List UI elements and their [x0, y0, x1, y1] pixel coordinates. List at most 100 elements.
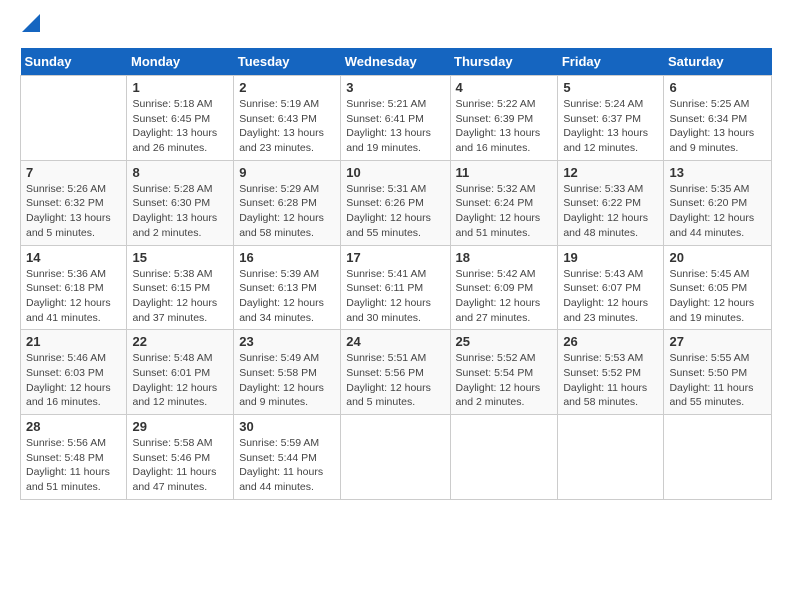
- col-header-thursday: Thursday: [450, 48, 558, 76]
- calendar-cell: 3 Sunrise: 5:21 AM Sunset: 6:41 PM Daylig…: [341, 76, 450, 161]
- day-info: Sunrise: 5:55 AM Sunset: 5:50 PM Dayligh…: [669, 351, 766, 410]
- calendar-week-row: 14 Sunrise: 5:36 AM Sunset: 6:18 PM Dayli…: [21, 245, 772, 330]
- calendar-cell: 6 Sunrise: 5:25 AM Sunset: 6:34 PM Daylig…: [664, 76, 772, 161]
- calendar-cell: [21, 76, 127, 161]
- day-number: 18: [456, 250, 553, 265]
- day-number: 25: [456, 334, 553, 349]
- calendar-cell: 8 Sunrise: 5:28 AM Sunset: 6:30 PM Daylig…: [127, 160, 234, 245]
- day-info: Sunrise: 5:29 AM Sunset: 6:28 PM Dayligh…: [239, 182, 335, 241]
- calendar-cell: 25 Sunrise: 5:52 AM Sunset: 5:54 PM Dayli…: [450, 330, 558, 415]
- day-number: 16: [239, 250, 335, 265]
- page-header: [20, 20, 772, 32]
- day-info: Sunrise: 5:35 AM Sunset: 6:20 PM Dayligh…: [669, 182, 766, 241]
- calendar-table: SundayMondayTuesdayWednesdayThursdayFrid…: [20, 48, 772, 500]
- calendar-cell: 18 Sunrise: 5:42 AM Sunset: 6:09 PM Dayli…: [450, 245, 558, 330]
- day-number: 23: [239, 334, 335, 349]
- day-info: Sunrise: 5:51 AM Sunset: 5:56 PM Dayligh…: [346, 351, 444, 410]
- day-number: 11: [456, 165, 553, 180]
- calendar-cell: [664, 415, 772, 500]
- day-number: 10: [346, 165, 444, 180]
- day-number: 24: [346, 334, 444, 349]
- calendar-week-row: 21Sunrise: 5:46 AM Sunset: 6:03 PM Dayli…: [21, 330, 772, 415]
- day-number: 9: [239, 165, 335, 180]
- calendar-cell: 22Sunrise: 5:48 AM Sunset: 6:01 PM Dayli…: [127, 330, 234, 415]
- calendar-cell: 2 Sunrise: 5:19 AM Sunset: 6:43 PM Daylig…: [234, 76, 341, 161]
- calendar-cell: [558, 415, 664, 500]
- calendar-cell: 21Sunrise: 5:46 AM Sunset: 6:03 PM Dayli…: [21, 330, 127, 415]
- calendar-cell: 30Sunrise: 5:59 AM Sunset: 5:44 PM Dayli…: [234, 415, 341, 500]
- calendar-week-row: 1 Sunrise: 5:18 AM Sunset: 6:45 PM Daylig…: [21, 76, 772, 161]
- calendar-cell: 11 Sunrise: 5:32 AM Sunset: 6:24 PM Dayli…: [450, 160, 558, 245]
- day-info: Sunrise: 5:25 AM Sunset: 6:34 PM Dayligh…: [669, 97, 766, 156]
- day-info: Sunrise: 5:31 AM Sunset: 6:26 PM Dayligh…: [346, 182, 444, 241]
- calendar-cell: 5 Sunrise: 5:24 AM Sunset: 6:37 PM Daylig…: [558, 76, 664, 161]
- day-info: Sunrise: 5:32 AM Sunset: 6:24 PM Dayligh…: [456, 182, 553, 241]
- col-header-saturday: Saturday: [664, 48, 772, 76]
- calendar-cell: 12Sunrise: 5:33 AM Sunset: 6:22 PM Dayli…: [558, 160, 664, 245]
- day-number: 2: [239, 80, 335, 95]
- day-info: Sunrise: 5:24 AM Sunset: 6:37 PM Dayligh…: [563, 97, 658, 156]
- day-number: 12: [563, 165, 658, 180]
- calendar-cell: 20 Sunrise: 5:45 AM Sunset: 6:05 PM Dayli…: [664, 245, 772, 330]
- day-number: 6: [669, 80, 766, 95]
- day-number: 14: [26, 250, 121, 265]
- day-number: 22: [132, 334, 228, 349]
- logo: [20, 20, 40, 32]
- day-number: 15: [132, 250, 228, 265]
- col-header-tuesday: Tuesday: [234, 48, 341, 76]
- day-info: Sunrise: 5:36 AM Sunset: 6:18 PM Dayligh…: [26, 267, 121, 326]
- day-number: 20: [669, 250, 766, 265]
- day-number: 26: [563, 334, 658, 349]
- day-info: Sunrise: 5:18 AM Sunset: 6:45 PM Dayligh…: [132, 97, 228, 156]
- calendar-cell: 1 Sunrise: 5:18 AM Sunset: 6:45 PM Daylig…: [127, 76, 234, 161]
- day-info: Sunrise: 5:42 AM Sunset: 6:09 PM Dayligh…: [456, 267, 553, 326]
- day-info: Sunrise: 5:53 AM Sunset: 5:52 PM Dayligh…: [563, 351, 658, 410]
- day-info: Sunrise: 5:41 AM Sunset: 6:11 PM Dayligh…: [346, 267, 444, 326]
- calendar-cell: 9 Sunrise: 5:29 AM Sunset: 6:28 PM Daylig…: [234, 160, 341, 245]
- day-info: Sunrise: 5:28 AM Sunset: 6:30 PM Dayligh…: [132, 182, 228, 241]
- calendar-cell: 28 Sunrise: 5:56 AM Sunset: 5:48 PM Dayli…: [21, 415, 127, 500]
- calendar-cell: [450, 415, 558, 500]
- col-header-monday: Monday: [127, 48, 234, 76]
- day-info: Sunrise: 5:39 AM Sunset: 6:13 PM Dayligh…: [239, 267, 335, 326]
- day-info: Sunrise: 5:43 AM Sunset: 6:07 PM Dayligh…: [563, 267, 658, 326]
- day-info: Sunrise: 5:56 AM Sunset: 5:48 PM Dayligh…: [26, 436, 121, 495]
- calendar-header-row: SundayMondayTuesdayWednesdayThursdayFrid…: [21, 48, 772, 76]
- day-number: 28: [26, 419, 121, 434]
- calendar-cell: 13Sunrise: 5:35 AM Sunset: 6:20 PM Dayli…: [664, 160, 772, 245]
- day-number: 29: [132, 419, 228, 434]
- day-number: 17: [346, 250, 444, 265]
- calendar-cell: 26 Sunrise: 5:53 AM Sunset: 5:52 PM Dayli…: [558, 330, 664, 415]
- day-info: Sunrise: 5:45 AM Sunset: 6:05 PM Dayligh…: [669, 267, 766, 326]
- day-number: 7: [26, 165, 121, 180]
- day-info: Sunrise: 5:49 AM Sunset: 5:58 PM Dayligh…: [239, 351, 335, 410]
- calendar-week-row: 7Sunrise: 5:26 AM Sunset: 6:32 PM Daylig…: [21, 160, 772, 245]
- calendar-cell: 15 Sunrise: 5:38 AM Sunset: 6:15 PM Dayli…: [127, 245, 234, 330]
- day-number: 8: [132, 165, 228, 180]
- col-header-friday: Friday: [558, 48, 664, 76]
- day-number: 19: [563, 250, 658, 265]
- col-header-sunday: Sunday: [21, 48, 127, 76]
- calendar-cell: 29 Sunrise: 5:58 AM Sunset: 5:46 PM Dayli…: [127, 415, 234, 500]
- day-info: Sunrise: 5:38 AM Sunset: 6:15 PM Dayligh…: [132, 267, 228, 326]
- calendar-cell: 24 Sunrise: 5:51 AM Sunset: 5:56 PM Dayli…: [341, 330, 450, 415]
- calendar-cell: 23 Sunrise: 5:49 AM Sunset: 5:58 PM Dayli…: [234, 330, 341, 415]
- day-number: 1: [132, 80, 228, 95]
- day-number: 5: [563, 80, 658, 95]
- calendar-cell: [341, 415, 450, 500]
- day-info: Sunrise: 5:21 AM Sunset: 6:41 PM Dayligh…: [346, 97, 444, 156]
- calendar-cell: 27Sunrise: 5:55 AM Sunset: 5:50 PM Dayli…: [664, 330, 772, 415]
- day-info: Sunrise: 5:46 AM Sunset: 6:03 PM Dayligh…: [26, 351, 121, 410]
- day-number: 3: [346, 80, 444, 95]
- day-info: Sunrise: 5:58 AM Sunset: 5:46 PM Dayligh…: [132, 436, 228, 495]
- calendar-cell: 4 Sunrise: 5:22 AM Sunset: 6:39 PM Daylig…: [450, 76, 558, 161]
- day-info: Sunrise: 5:52 AM Sunset: 5:54 PM Dayligh…: [456, 351, 553, 410]
- day-info: Sunrise: 5:22 AM Sunset: 6:39 PM Dayligh…: [456, 97, 553, 156]
- day-info: Sunrise: 5:59 AM Sunset: 5:44 PM Dayligh…: [239, 436, 335, 495]
- day-number: 4: [456, 80, 553, 95]
- logo-icon: [22, 14, 40, 32]
- day-info: Sunrise: 5:19 AM Sunset: 6:43 PM Dayligh…: [239, 97, 335, 156]
- calendar-cell: 14 Sunrise: 5:36 AM Sunset: 6:18 PM Dayli…: [21, 245, 127, 330]
- calendar-cell: 10 Sunrise: 5:31 AM Sunset: 6:26 PM Dayli…: [341, 160, 450, 245]
- calendar-cell: 17 Sunrise: 5:41 AM Sunset: 6:11 PM Dayli…: [341, 245, 450, 330]
